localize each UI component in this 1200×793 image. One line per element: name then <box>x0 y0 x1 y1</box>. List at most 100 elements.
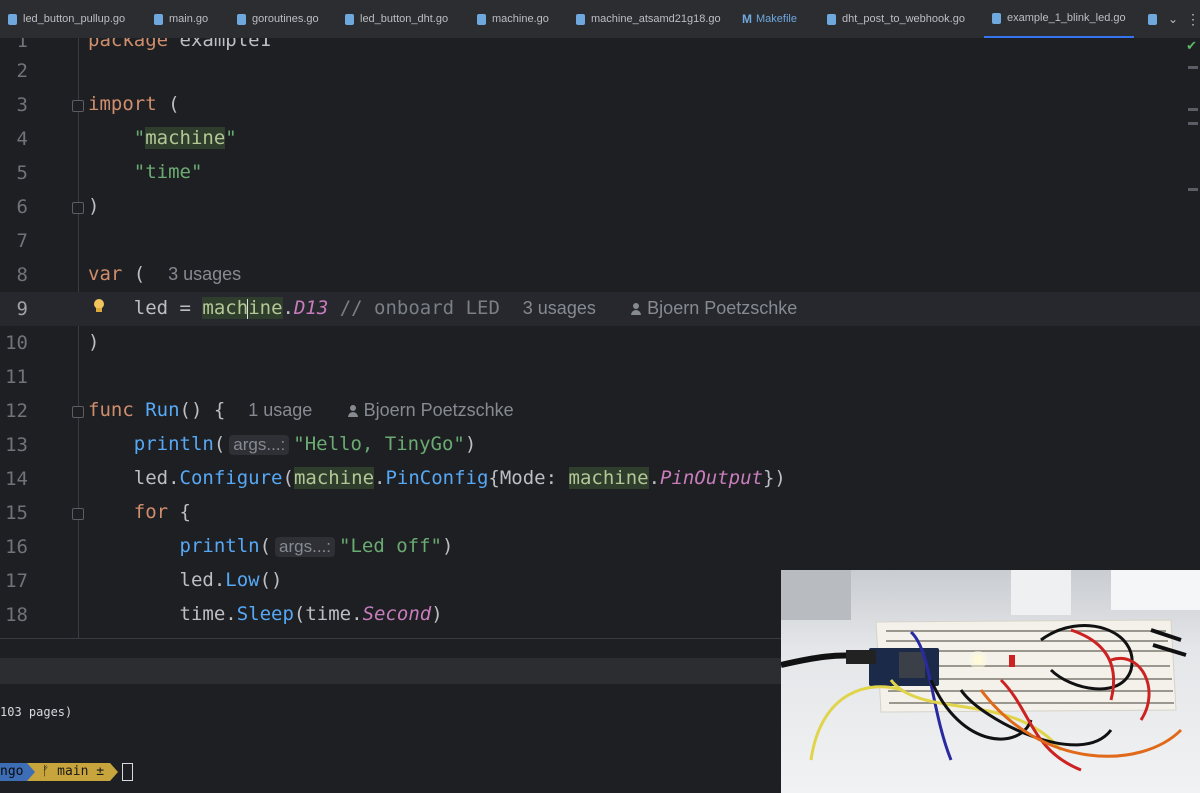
go-file-icon <box>237 13 246 25</box>
code-line-6: 6 ) <box>0 190 1200 224</box>
code-line-2: 2 <box>0 54 1200 88</box>
editor-tab-bar: led_button_pullup.go main.go goroutines.… <box>0 0 1200 39</box>
terminal-prompt: ngo ᚠ main ± <box>0 763 134 781</box>
line-number: 10 <box>5 332 28 354</box>
code-line-14: 14 led.Configure(machine.PinConfig{Mode:… <box>0 462 1200 496</box>
more-vertical-icon[interactable]: ⋮ <box>1186 0 1200 38</box>
go-file-icon <box>8 13 17 25</box>
tab-goroutines[interactable]: goroutines.go <box>237 0 319 38</box>
code-line-7: 7 <box>0 224 1200 258</box>
go-file-icon <box>827 13 836 25</box>
code-line-10: 10 ) <box>0 326 1200 360</box>
parameter-hint: args...: <box>275 537 336 557</box>
author-hint[interactable]: Bjoern Poetzschke <box>347 400 514 420</box>
code-text: led = machine.D13 // onboard LED 3 usage… <box>133 297 798 319</box>
code-editor[interactable]: 1 package example1 2 3 import ( 4 "machi… <box>0 38 1200 638</box>
tab-label: machine.go <box>492 13 549 25</box>
code-text: for { <box>133 501 191 523</box>
prompt-git-branch: ᚠ main ± <box>35 763 111 781</box>
line-number: 13 <box>5 434 28 456</box>
prompt-separator-icon <box>110 763 119 781</box>
code-text: ) <box>88 195 100 217</box>
line-number: 18 <box>5 604 28 626</box>
line-number: 6 <box>16 196 28 218</box>
chevron-down-icon[interactable]: ⌄ <box>1168 0 1178 38</box>
line-number: 2 <box>16 60 28 82</box>
checkmark-icon[interactable]: ✔ <box>1186 38 1197 54</box>
terminal-output: 103 pages) <box>0 705 73 719</box>
code-text: led.Low() <box>179 569 283 591</box>
tab-label: Makefile <box>756 13 797 25</box>
more-tabs-go-icon[interactable] <box>1148 0 1157 38</box>
line-number: 17 <box>5 570 28 592</box>
tab-led-button-pullup[interactable]: led_button_pullup.go <box>8 0 125 38</box>
tab-example-1-blink-led[interactable]: example_1_blink_led.go <box>984 0 1134 38</box>
breadboard-photo <box>781 570 1200 793</box>
tab-makefile[interactable]: M Makefile <box>742 0 797 38</box>
terminal-cursor <box>122 763 134 781</box>
person-icon <box>347 405 359 417</box>
go-file-icon <box>477 13 486 25</box>
go-file-icon <box>992 12 1001 24</box>
usages-hint[interactable]: 3 usages <box>523 298 596 318</box>
tab-label: machine_atsamd21g18.go <box>591 13 721 25</box>
person-icon <box>630 303 642 315</box>
go-file-icon <box>1148 13 1157 25</box>
scroll-marker <box>1188 108 1198 111</box>
webcam-overlay <box>781 570 1200 793</box>
code-line-13: 13 println(args...: "Hello, TinyGo") <box>0 428 1200 462</box>
code-line-15: 15 for { <box>0 496 1200 530</box>
code-text: println(args...: "Hello, TinyGo") <box>133 433 477 455</box>
line-number: 14 <box>5 468 28 490</box>
go-file-icon <box>154 13 163 25</box>
code-text: package example1 <box>88 38 272 51</box>
code-line-5: 5 "time" <box>0 156 1200 190</box>
code-text: var ( 3 usages <box>88 263 242 285</box>
fold-icon[interactable] <box>72 508 84 520</box>
tab-machine-atsamd21g18[interactable]: machine_atsamd21g18.go <box>576 0 721 38</box>
line-number: 7 <box>16 230 28 252</box>
code-line-8: 8 var ( 3 usages <box>0 258 1200 292</box>
code-line-4: 4 "machine" <box>0 122 1200 156</box>
tab-label: example_1_blink_led.go <box>1007 12 1126 24</box>
code-text: led.Configure(machine.PinConfig{Mode: ma… <box>133 467 786 489</box>
line-number: 11 <box>5 366 28 388</box>
fold-icon[interactable] <box>72 100 84 112</box>
parameter-hint: args...: <box>229 435 290 455</box>
go-file-icon <box>576 13 585 25</box>
author-hint[interactable]: Bjoern Poetzschke <box>630 298 797 318</box>
code-text: time.Sleep(time.Second) <box>179 603 443 625</box>
scroll-marker <box>1188 66 1198 69</box>
tab-main[interactable]: main.go <box>154 0 208 38</box>
makefile-icon: M <box>742 12 752 26</box>
code-text: func Run() { 1 usage Bjoern Poetzschke <box>88 399 514 421</box>
line-number: 8 <box>16 264 28 286</box>
code-line-16: 16 println(args...: "Led off") <box>0 530 1200 564</box>
line-number: 12 <box>5 400 28 422</box>
code-text: ) <box>88 331 100 353</box>
scroll-marker <box>1188 122 1198 125</box>
prompt-separator-icon <box>27 763 36 781</box>
tab-led-button-dht[interactable]: led_button_dht.go <box>345 0 448 38</box>
tab-label: led_button_dht.go <box>360 13 449 25</box>
line-number: 5 <box>16 162 28 184</box>
usages-hint[interactable]: 3 usages <box>168 264 241 284</box>
usages-hint[interactable]: 1 usage <box>248 400 312 420</box>
tab-label: dht_post_to_webhook.go <box>842 13 965 25</box>
tab-label: led_button_pullup.go <box>23 13 126 25</box>
tab-label: goroutines.go <box>252 13 319 25</box>
fold-icon[interactable] <box>72 406 84 418</box>
line-number: 15 <box>5 502 28 524</box>
editor-scrollbar[interactable]: ✔ <box>1186 38 1200 638</box>
prompt-directory: ngo <box>0 763 28 781</box>
code-text: "time" <box>133 161 203 183</box>
tab-machine[interactable]: machine.go <box>477 0 549 38</box>
tab-dht-post-to-webhook[interactable]: dht_post_to_webhook.go <box>827 0 965 38</box>
fold-icon[interactable] <box>72 202 84 214</box>
scroll-marker <box>1188 188 1198 191</box>
code-text: import ( <box>88 93 180 115</box>
code-line-3: 3 import ( <box>0 88 1200 122</box>
code-line-9: 9 led = machine.D13 // onboard LED 3 usa… <box>0 292 1200 326</box>
code-line-12: 12 func Run() { 1 usage Bjoern Poetzschk… <box>0 394 1200 428</box>
line-number: 1 <box>16 38 28 52</box>
